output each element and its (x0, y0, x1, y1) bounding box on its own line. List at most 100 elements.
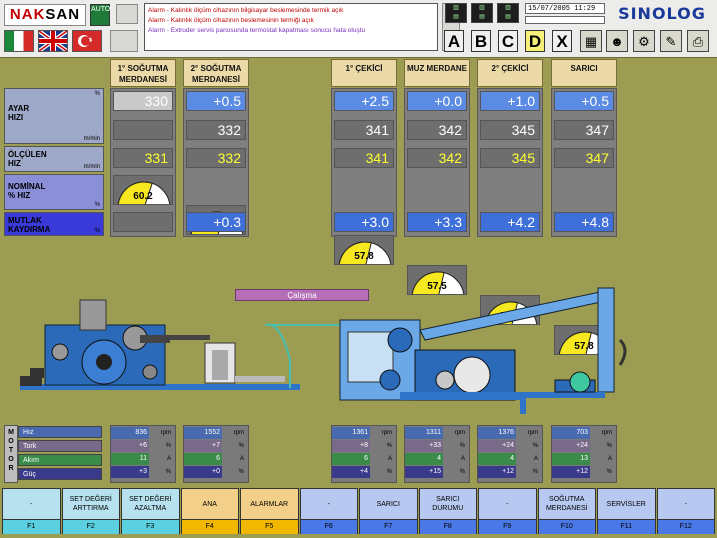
sinolog-logo: SINOLOG (618, 4, 706, 23)
motor-unit: A (387, 456, 392, 462)
function-key-f11[interactable]: SERVİSLER F11 (597, 488, 656, 534)
motor-panel: 1361 rpm +8% 6 A +4% (331, 425, 397, 483)
motor-value: 6 (184, 453, 222, 465)
ayar-value[interactable]: +2.5 (334, 91, 394, 111)
set-value (113, 120, 173, 140)
printer-icon[interactable]: ⎙ (687, 30, 709, 52)
motor-value: +33 (405, 440, 443, 452)
motor-row: +24% (478, 440, 540, 452)
function-key-number: F11 (598, 519, 655, 534)
motor-value: 836 (111, 427, 149, 439)
ayar-value[interactable]: 330 (113, 91, 173, 111)
function-key-number: F6 (300, 519, 357, 534)
ayar-value[interactable]: +0.0 (407, 91, 467, 111)
motor-row: 1361 rpm (332, 427, 394, 439)
motor-unit: % (606, 443, 612, 449)
function-key-f12[interactable]: - F12 (656, 488, 715, 534)
function-key-number: F7 (360, 519, 417, 534)
motor-row: 836 rpm (111, 427, 173, 439)
motor-unit: A (460, 456, 465, 462)
monitor-icon[interactable]: ▥ ▤ (445, 3, 467, 23)
letter-d-button[interactable]: D (525, 30, 545, 52)
function-key-number: F12 (657, 519, 714, 534)
motor-value: +4 (332, 466, 370, 478)
letter-a-button[interactable]: A (444, 30, 464, 52)
flag-turkey-icon[interactable] (72, 30, 102, 52)
motor-unit: A (607, 456, 612, 462)
calculator-icon[interactable]: ▦ (580, 30, 602, 52)
letter-x-button[interactable]: X (552, 30, 572, 52)
motor-row: 1552 rpm (184, 427, 246, 439)
motor-value: 1311 (405, 427, 443, 439)
motor-value: 6 (332, 453, 370, 465)
set-value: 341 (334, 120, 394, 140)
motor-row: +7% (184, 440, 246, 452)
function-key-f4[interactable]: ANA F4 (180, 488, 239, 534)
motor-value: +3 (111, 466, 149, 478)
function-key-f6[interactable]: - F6 (299, 488, 358, 534)
function-key-label: SET DEĞERİ ARTTIRMA (69, 496, 112, 512)
function-key-f10[interactable]: SOĞUTMA MERDANESİ F10 (537, 488, 596, 534)
motor-row: +15% (405, 466, 467, 478)
column-header: 1° ÇEKİCİ (331, 59, 397, 87)
motor-value: 11 (111, 453, 149, 465)
settings-icon[interactable]: ✎ (660, 30, 682, 52)
motor-row: 6A (332, 453, 394, 465)
datetime-display: 15/07/2005 11:29 (525, 3, 605, 14)
motor-value: 1376 (478, 427, 516, 439)
motor-unit: % (238, 443, 244, 449)
ayar-hizi-label: AYAR HIZI% m/min (4, 88, 104, 144)
function-key-f2[interactable]: SET DEĞERİ ARTTIRMA F2 (61, 488, 120, 534)
nominal-gauge: 60.2 (113, 175, 173, 205)
function-key-label: SARICI (376, 500, 400, 508)
motor-value: +15 (405, 466, 443, 478)
function-key-f8[interactable]: SARICI DURUMU F8 (418, 488, 477, 534)
letter-b-button[interactable]: B (471, 30, 491, 52)
function-key-f5[interactable]: ALARMLAR F5 (240, 488, 299, 534)
motor-row: 1376 rpm (478, 427, 540, 439)
alarm-list[interactable]: Alarm - Kalınlık ölçüm cihazının bilgisa… (144, 3, 438, 51)
function-key-f3[interactable]: SET DEĞERİ AZALTMA F3 (121, 488, 180, 534)
motor-value: 1552 (184, 427, 222, 439)
column-header: 1° SOĞUTMA MERDANESİ (110, 59, 176, 87)
nominal-gauge: 57.8 (334, 235, 394, 265)
motor-unit: % (459, 443, 465, 449)
letter-c-button[interactable]: C (498, 30, 518, 52)
motor-panel: 1376 rpm +24% 4 A +12% (477, 425, 543, 483)
motor-unit: rpm (601, 430, 612, 436)
function-key-f7[interactable]: SARICI F7 (359, 488, 418, 534)
olculen-value: 342 (407, 148, 467, 168)
monitor-icon[interactable]: ▥ ▤ (497, 3, 519, 23)
flag-italy-icon[interactable] (4, 30, 34, 52)
function-key-label: SARICI DURUMU (432, 496, 464, 512)
olculen-value: 341 (334, 148, 394, 168)
motor-unit: % (532, 443, 538, 449)
motor-row: 13 A (552, 453, 614, 465)
motor-unit: % (532, 469, 538, 475)
mutlak-value: +0.3 (186, 212, 246, 232)
motor-row: 4A (478, 453, 540, 465)
set-value: 342 (407, 120, 467, 140)
ayar-value[interactable]: +1.0 (480, 91, 540, 111)
set-value: 345 (480, 120, 540, 140)
mutlak-value: +3.0 (334, 212, 394, 232)
operator-icon[interactable]: ☻ (606, 30, 628, 52)
machine-icon[interactable]: ⚙ (633, 30, 655, 52)
column-header: SARICI (551, 59, 617, 87)
flag-uk-icon[interactable] (37, 29, 69, 53)
motor-row: 4A (405, 453, 467, 465)
ayar-value[interactable]: +0.5 (554, 91, 614, 111)
motor-unit: % (386, 469, 392, 475)
mutlak-value: +4.8 (554, 212, 614, 232)
machine-diagram (20, 287, 627, 414)
monitor-icon[interactable]: ▥ ▤ (471, 3, 493, 23)
ayar-value[interactable]: +0.5 (186, 91, 246, 111)
function-key-number: F10 (538, 519, 595, 534)
motor-value: +8 (332, 440, 370, 452)
function-key-f1[interactable]: - F1 (2, 488, 61, 534)
alarm-item: Alarm - Kalınlık ölçüm cihazının bilgisa… (148, 7, 344, 14)
function-key-f9[interactable]: - F9 (478, 488, 537, 534)
motor-label: M O T O R (4, 425, 18, 483)
function-key-number: F3 (122, 519, 179, 534)
function-key-number: F9 (479, 519, 536, 534)
